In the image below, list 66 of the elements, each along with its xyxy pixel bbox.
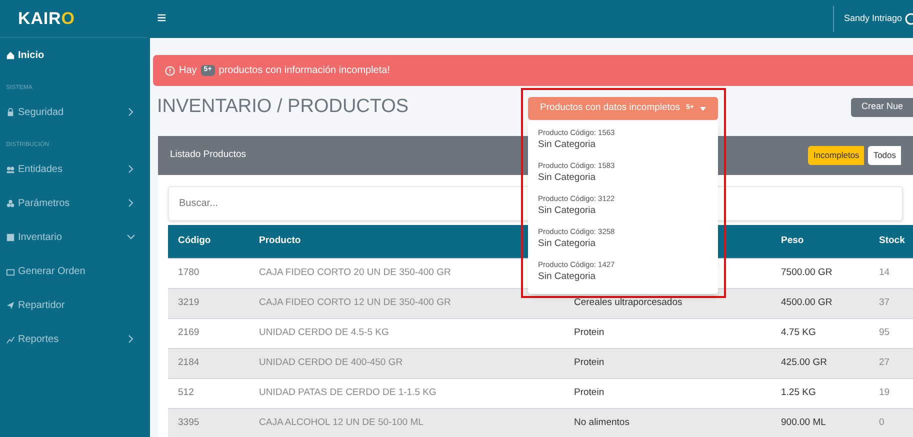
sidebar-item[interactable]: Inventario (0, 220, 147, 254)
sidebar-item[interactable]: Parámetros (0, 186, 147, 220)
table-cell: UNIDAD PATAS DE CERDO DE 1-1.5 KG (259, 386, 436, 398)
users-icon (6, 164, 15, 174)
table-cell: 3219 (178, 296, 200, 308)
sidebar-item[interactable]: Generar Orden (0, 254, 147, 288)
table-cell: UNIDAD CERDO DE 400-450 GR (259, 356, 403, 368)
product-category: Sin Categoria (538, 237, 597, 252)
table-cell: 37 (879, 296, 890, 308)
house-icon (6, 50, 15, 60)
sidebar-item[interactable]: Seguridad (0, 95, 147, 129)
table-cell: 0 (879, 417, 884, 428)
table-cell: Cereales ultraporcesados (574, 296, 682, 308)
table-cell: 14 (879, 266, 890, 278)
circles-icon (6, 198, 15, 208)
table-cell: 1780 (178, 266, 200, 278)
column-header: Código (178, 235, 211, 246)
table-cell: 425.00 GR (781, 356, 827, 368)
table-cell: 19 (879, 386, 890, 398)
column-header: Producto (259, 235, 301, 246)
table-cell: 1.25 KG (781, 386, 816, 398)
column-header: Stock (879, 235, 905, 246)
table-cell: No alimentos (574, 417, 630, 428)
product-category: Sin Categoria (538, 204, 597, 218)
table-cell: CAJA FIDEO CORTO 12 UN DE 350-400 GR (259, 296, 451, 308)
lock-icon (6, 108, 15, 116)
filter-button[interactable]: Incompletos (808, 146, 864, 165)
table-cell: CAJA ALCOHOL 12 UN DE 50-100 ML (259, 417, 424, 428)
product-category: Sin Categoria (538, 138, 597, 152)
info-icon (165, 66, 175, 76)
grid-icon (6, 232, 15, 242)
table-cell: 95 (879, 326, 890, 338)
sidebar-item[interactable]: Reportes (0, 322, 147, 356)
sidebar-item[interactable]: Inicio (0, 38, 147, 72)
create-button[interactable]: Crear Nue (851, 98, 913, 116)
table-cell: CAJA FIDEO CORTO 20 UN DE 350-400 GR (259, 266, 451, 278)
product-category: Sin Categoria (538, 270, 597, 284)
table-cell: 512 (178, 386, 194, 398)
user-name[interactable]: Sandy Intriago (844, 12, 902, 26)
table-cell: UNIDAD CERDO DE 4.5-5 KG (259, 326, 389, 338)
table-cell: 900.00 ML (781, 417, 826, 428)
table-cell: Protein (574, 386, 604, 398)
table-cell: Protein (574, 356, 604, 368)
table-cell: 4.75 KG (781, 326, 816, 338)
card-title: Listado Productos (170, 148, 246, 162)
table-cell: Protein (574, 326, 604, 338)
table-cell: 27 (879, 356, 890, 368)
arrow-icon (6, 300, 15, 310)
table-cell: 4500.00 GR (781, 296, 832, 308)
sidebar-item[interactable]: Repartidor (0, 288, 147, 322)
column-header: Peso (781, 235, 804, 246)
product-category: Sin Categoria (538, 171, 597, 186)
box-icon (6, 266, 15, 276)
table-cell: 7500.00 GR (781, 266, 832, 278)
table-cell: 2169 (178, 326, 200, 338)
logo: KAIRO (18, 8, 75, 30)
caret-icon (700, 106, 706, 110)
user-icon[interactable] (905, 13, 913, 25)
filter-button[interactable]: Todos (868, 146, 901, 165)
page-title: INVENTARIO / PRODUCTOS (157, 94, 409, 119)
alert-text: Hay (179, 64, 197, 78)
sidebar-item[interactable]: Entidades (0, 152, 147, 186)
chart-icon (6, 334, 15, 344)
table-cell: 2184 (178, 356, 200, 368)
alert-text: productos con información incompleta! (218, 64, 390, 78)
table-cell: 3395 (178, 417, 200, 428)
